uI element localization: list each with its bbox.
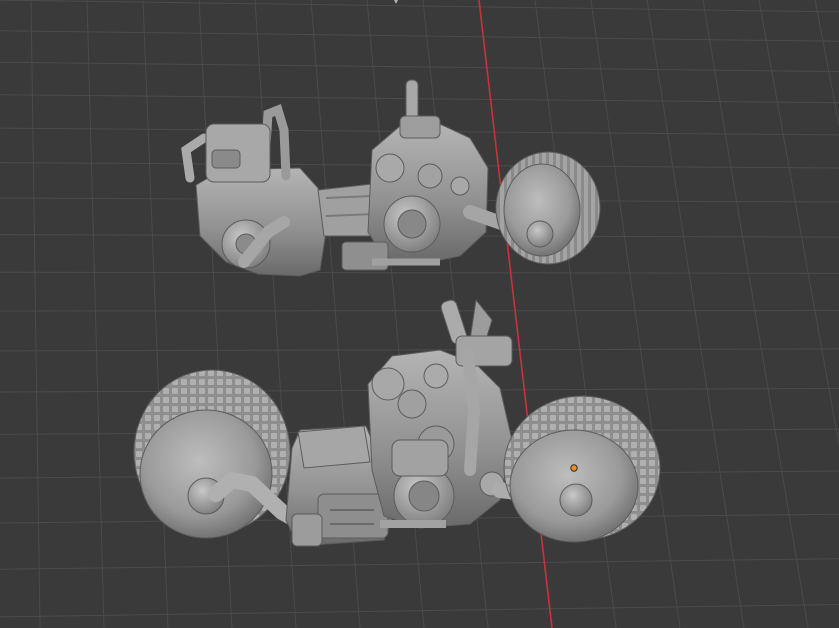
grid-line <box>142 0 169 628</box>
grid-line <box>30 0 41 628</box>
grid-line <box>254 0 297 628</box>
offscreen-object-fragment <box>394 0 398 4</box>
grid-line <box>814 0 839 128</box>
motorbike-model-upper[interactable] <box>181 79 601 277</box>
grid-line <box>0 348 839 352</box>
grid-line <box>0 94 839 104</box>
grid-line <box>0 30 839 42</box>
grid-line <box>702 0 809 628</box>
object-origin-dot-icon[interactable] <box>570 464 578 472</box>
grid-line <box>0 603 839 618</box>
bike-seat <box>297 425 371 469</box>
grid-line <box>0 271 839 274</box>
grid-line <box>0 0 839 13</box>
viewport-canvas[interactable] <box>0 0 839 628</box>
grid-vertical-lines <box>30 0 839 628</box>
grid-line <box>86 0 105 628</box>
grid-line <box>0 558 839 570</box>
3d-viewport[interactable] <box>0 0 839 628</box>
bike-seat-rail <box>181 133 209 183</box>
grid-line <box>646 0 745 628</box>
grid-line <box>758 0 839 448</box>
